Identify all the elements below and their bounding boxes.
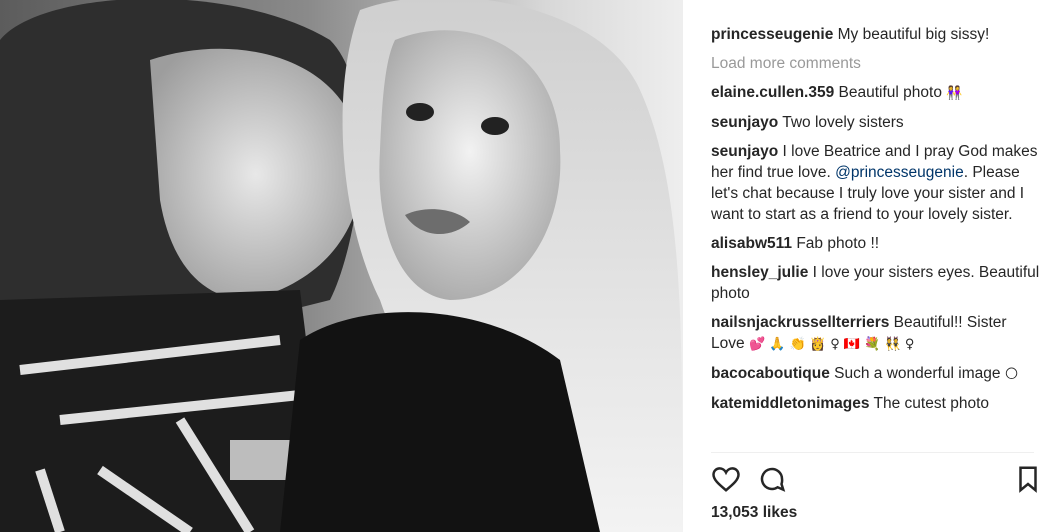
comment-text: Beautiful photo: [838, 84, 942, 101]
comment-item: hensley_julie I love your sisters eyes. …: [711, 262, 1043, 304]
comment-mention[interactable]: @princesseugenie: [835, 164, 964, 181]
comment-text: Fab photo !!: [796, 235, 880, 252]
comment-text: Such a wonderful image: [834, 365, 1001, 382]
comment-item: alisabw511 Fab photo !!: [711, 233, 1043, 254]
bookmark-icon[interactable]: [1013, 464, 1043, 494]
photo-image: [0, 0, 683, 532]
caption: princesseugenie My beautiful big sissy!: [711, 24, 1043, 45]
likes-count[interactable]: 13,053 likes: [711, 504, 797, 522]
comment-text: Two lovely sisters: [782, 114, 904, 131]
comment-emoji: 🌕: [1004, 367, 1019, 382]
comment-emoji: 💕 🙏 👏 👸 ♀ 🇨🇦 💐 👯 ♀: [748, 337, 915, 352]
post-photo: [0, 0, 683, 532]
comment-item: bacocaboutique Such a wonderful image 🌕: [711, 363, 1043, 385]
heart-icon[interactable]: [711, 464, 741, 494]
comment-list: princesseugenie My beautiful big sissy! …: [711, 24, 1043, 422]
comment-item: seunjayo Two lovely sisters: [711, 112, 1043, 133]
comment-username[interactable]: bacocaboutique: [711, 365, 830, 382]
post-actions: [711, 464, 1041, 494]
comment-item: elaine.cullen.359 Beautiful photo 👭: [711, 82, 1043, 104]
comment-username[interactable]: alisabw511: [711, 235, 792, 252]
comment-username[interactable]: hensley_julie: [711, 264, 808, 281]
comment-username[interactable]: elaine.cullen.359: [711, 84, 834, 101]
caption-username[interactable]: princesseugenie: [711, 26, 833, 43]
comments-panel: princesseugenie My beautiful big sissy! …: [683, 0, 1058, 532]
actions-divider: [711, 452, 1034, 453]
comment-item: nailsnjackrussellterriers Beautiful!! Si…: [711, 312, 1043, 355]
comment-item: seunjayo I love Beatrice and I pray God …: [711, 141, 1043, 225]
comment-item: katemiddletonimages The cutest photo: [711, 393, 1043, 414]
comment-username[interactable]: katemiddletonimages: [711, 395, 870, 412]
comment-username[interactable]: seunjayo: [711, 114, 778, 131]
comment-icon[interactable]: [757, 464, 787, 494]
load-more-comments[interactable]: Load more comments: [711, 53, 1043, 74]
comment-emoji: 👭: [946, 86, 963, 101]
caption-text: My beautiful big sissy!: [837, 26, 990, 43]
comment-text: The cutest photo: [873, 395, 989, 412]
comment-username[interactable]: nailsnjackrussellterriers: [711, 314, 889, 331]
comment-username[interactable]: seunjayo: [711, 143, 778, 160]
